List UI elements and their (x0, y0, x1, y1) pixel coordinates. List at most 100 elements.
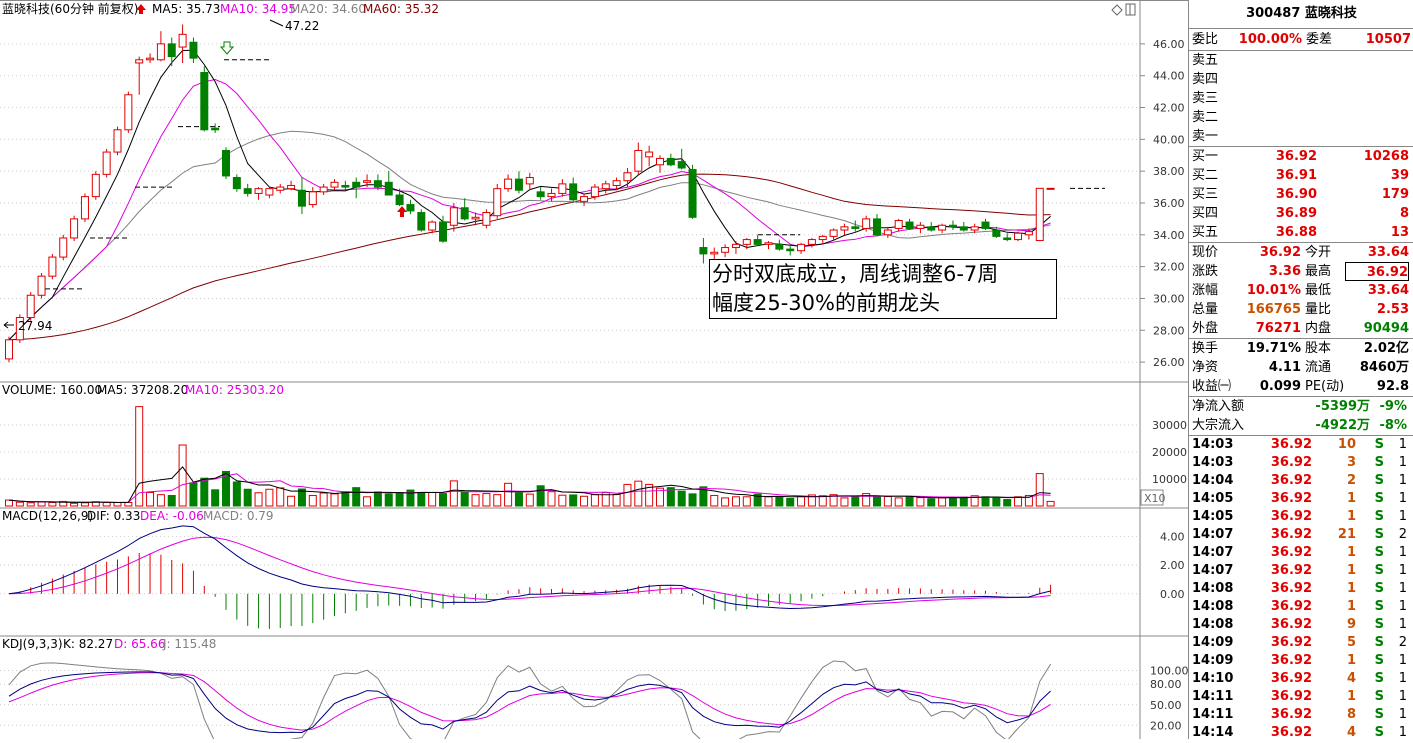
candle[interactable] (417, 209, 426, 232)
ask-row[interactable]: 卖三 (1189, 89, 1413, 108)
macd-plot[interactable] (8, 525, 1052, 629)
candle[interactable] (308, 187, 317, 208)
candle[interactable] (753, 234, 762, 246)
candle[interactable] (829, 228, 838, 240)
tick-row[interactable]: 14:03 36.92 3 S 1 (1189, 454, 1413, 472)
candle[interactable] (514, 171, 523, 194)
candle[interactable] (645, 145, 654, 167)
candle[interactable] (775, 239, 784, 251)
candle[interactable] (178, 24, 187, 63)
candle[interactable] (287, 180, 296, 191)
candle[interactable] (721, 244, 730, 258)
candle[interactable] (959, 222, 968, 232)
tick-row[interactable]: 14:11 36.92 8 S 1 (1189, 706, 1413, 724)
tick-row[interactable]: 14:08 36.92 9 S 1 (1189, 616, 1413, 634)
candle[interactable] (243, 183, 252, 197)
tick-row[interactable]: 14:08 36.92 1 S 1 (1189, 580, 1413, 598)
tick-row[interactable]: 14:09 36.92 5 S 2 (1189, 634, 1413, 652)
bid-row[interactable]: 买四 36.89 8 (1189, 204, 1413, 223)
candle[interactable] (80, 193, 89, 223)
candle[interactable] (26, 292, 35, 321)
candle[interactable] (156, 31, 165, 62)
candle[interactable] (113, 126, 122, 156)
candle[interactable] (1014, 231, 1023, 242)
candle[interactable] (211, 123, 220, 133)
candle[interactable] (449, 202, 458, 232)
candle[interactable] (91, 171, 100, 200)
candle[interactable] (482, 209, 491, 229)
tick-row[interactable]: 14:07 36.92 21 S 2 (1189, 526, 1413, 544)
tick-row[interactable]: 14:11 36.92 1 S 1 (1189, 688, 1413, 706)
candle[interactable] (764, 241, 773, 250)
tick-row[interactable]: 14:07 36.92 1 S 1 (1189, 562, 1413, 580)
candle[interactable] (297, 177, 306, 215)
candle[interactable] (493, 183, 502, 219)
tick-row[interactable]: 14:05 36.92 1 S 1 (1189, 490, 1413, 508)
candle[interactable] (124, 91, 133, 133)
candle[interactable] (5, 336, 13, 363)
candle[interactable] (797, 242, 806, 254)
candle[interactable] (200, 66, 209, 132)
candle[interactable] (254, 187, 263, 200)
candle[interactable] (601, 180, 610, 194)
ask-row[interactable]: 卖一 (1189, 127, 1413, 146)
bid-row[interactable]: 买三 36.90 179 (1189, 185, 1413, 204)
candle[interactable] (70, 215, 79, 242)
tick-row[interactable]: 14:04 36.92 2 S 1 (1189, 472, 1413, 490)
candle[interactable] (699, 237, 708, 264)
tick-row[interactable]: 14:08 36.92 1 S 1 (1189, 598, 1413, 616)
chart-area[interactable]: 46.00 44.00 42.00 40.00 38.00 36.00 34.00 32.00… (0, 0, 1189, 743)
ask-row[interactable]: 卖二 (1189, 108, 1413, 127)
candle[interactable] (102, 148, 111, 178)
candle[interactable] (504, 174, 513, 192)
bid-row[interactable]: 买五 36.88 13 (1189, 223, 1413, 242)
candle[interactable] (319, 183, 328, 196)
candle[interactable] (569, 177, 578, 203)
kdj-plot[interactable] (8, 660, 1052, 743)
candle[interactable] (894, 218, 903, 232)
candle[interactable] (688, 164, 697, 219)
candle[interactable] (916, 222, 925, 234)
tick-row[interactable]: 14:09 36.92 1 S 1 (1189, 652, 1413, 670)
bid-row[interactable]: 买一 36.92 10268 (1189, 147, 1413, 166)
window-icon[interactable] (1125, 3, 1136, 16)
ask-row[interactable]: 卖四 (1189, 70, 1413, 89)
candle[interactable] (1035, 187, 1044, 242)
candle[interactable] (460, 198, 469, 221)
candle[interactable] (406, 199, 415, 215)
candle[interactable] (59, 234, 68, 261)
candle[interactable] (883, 226, 892, 238)
tick-row[interactable]: 14:14 36.92 4 S 1 (1189, 724, 1413, 739)
candle[interactable] (731, 241, 740, 254)
candle[interactable] (525, 172, 534, 191)
candle[interactable] (851, 220, 860, 232)
candle[interactable] (873, 214, 881, 237)
candle[interactable] (840, 223, 849, 235)
tick-row[interactable]: 14:07 36.92 1 S 1 (1189, 544, 1413, 562)
candle[interactable] (167, 37, 176, 67)
candle[interactable] (927, 222, 936, 232)
candle[interactable] (634, 142, 643, 175)
candle[interactable] (189, 37, 198, 63)
candle[interactable] (580, 193, 589, 207)
tick-row[interactable]: 14:05 36.92 1 S 1 (1189, 508, 1413, 526)
candle[interactable] (938, 223, 947, 234)
tick-list[interactable]: 14:03 36.92 10 S 1 14:03 36.92 3 S 1 14:04 36.92 2 S 1… (1189, 436, 1413, 739)
bid-row[interactable]: 买二 36.91 39 (1189, 166, 1413, 185)
candle[interactable] (330, 179, 339, 191)
candle[interactable] (666, 153, 675, 167)
candle[interactable] (656, 155, 664, 173)
candle[interactable] (428, 220, 437, 234)
tick-row[interactable]: 14:03 36.92 10 S 1 (1189, 436, 1413, 454)
candle[interactable] (536, 187, 545, 200)
candle[interactable] (48, 253, 57, 280)
chart-canvas[interactable]: 46.00 44.00 42.00 40.00 38.00 36.00 34.00 32.00… (0, 0, 1189, 743)
candle[interactable] (341, 180, 350, 191)
volume-bars[interactable] (5, 406, 1055, 507)
candle[interactable] (146, 53, 155, 63)
tick-row[interactable]: 14:10 36.92 4 S 1 (1189, 670, 1413, 688)
candle[interactable] (265, 187, 274, 199)
candle[interactable] (1046, 187, 1055, 190)
candle[interactable] (981, 218, 990, 231)
diamond-icon[interactable] (1111, 4, 1123, 16)
